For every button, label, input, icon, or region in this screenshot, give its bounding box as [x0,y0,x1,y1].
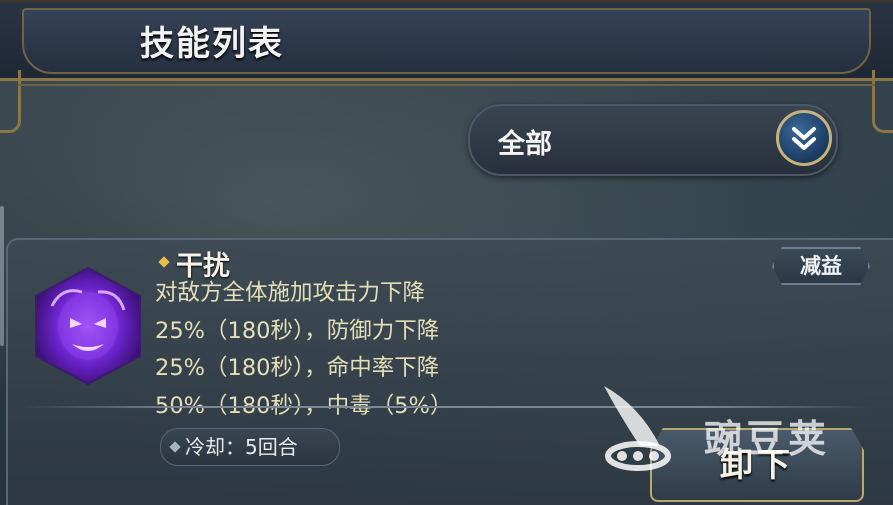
diamond-icon [169,441,181,453]
skill-description-line: 25%（180秒），防御力下降 [155,317,440,344]
skill-description: 对敌方全体施加攻击力下降 25%（180秒），防御力下降 25%（180秒），命… [155,275,535,425]
skill-description-line: 25%（180秒），命中率下降 [155,355,440,381]
cooldown-badge: 冷却：5回合 [160,428,340,466]
frame-ornament-left [0,70,21,133]
filter-selected-label: 全部 [498,129,552,160]
filter-dropdown[interactable]: 全部 [468,104,838,176]
skill-description-line: 对敌方全体施加攻击力下降 [155,280,426,306]
page-title: 技能列表 [140,24,284,64]
frame-ornament-right [872,70,893,133]
header-bar: 技能列表 [0,0,893,81]
skill-type-badge: 减益 [772,247,870,285]
watermark-text: 豌豆荚 [704,417,831,461]
double-chevron-down-icon[interactable] [776,110,832,166]
scrollbar[interactable] [0,206,4,346]
skill-interference-icon [32,266,144,386]
cooldown-text: 冷却：5回合 [185,435,298,459]
frame-divider [18,84,875,92]
